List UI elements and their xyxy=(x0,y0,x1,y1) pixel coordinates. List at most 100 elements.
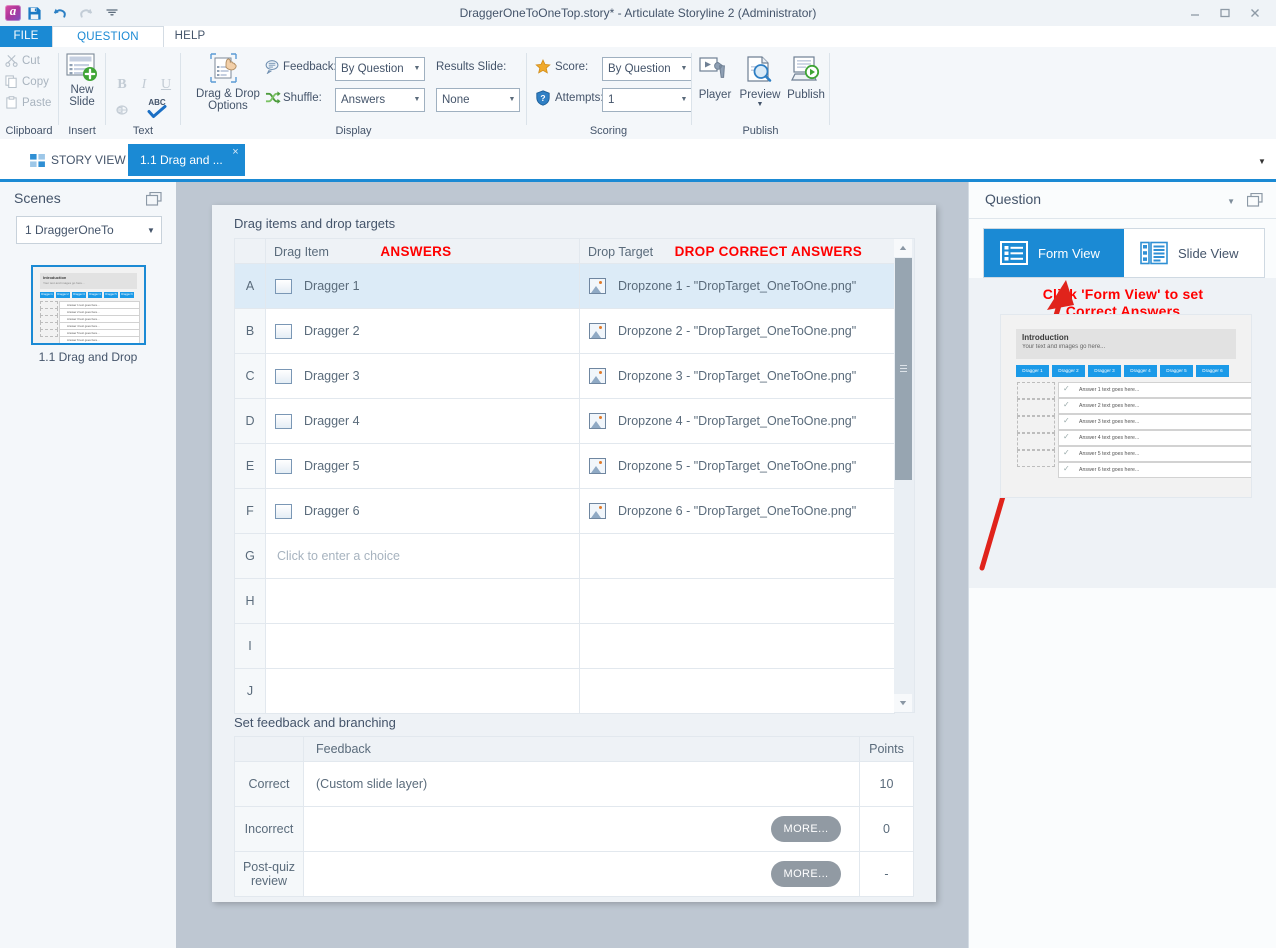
cell-drop-target[interactable] xyxy=(579,578,895,624)
drag-item-placeholder: Click to enter a choice xyxy=(277,549,400,563)
table-row[interactable]: D Dragger 4 Dropzone 4 - "DropTarget_One… xyxy=(234,398,895,444)
window-title: DraggerOneToOneTop.story* - Articulate S… xyxy=(459,6,817,20)
chevron-down-icon: ▼ xyxy=(680,65,688,72)
cell-drag-item[interactable]: Dragger 2 xyxy=(265,308,580,354)
feedback-row-text[interactable]: (Custom slide layer) xyxy=(303,761,860,807)
shuffle-select[interactable]: Answers ▼ xyxy=(335,88,425,112)
cell-drag-item[interactable]: Dragger 6 xyxy=(265,488,580,534)
ribbon-tab-file[interactable]: FILE xyxy=(0,26,52,47)
cut-button[interactable]: Cut xyxy=(5,54,40,67)
table-row[interactable]: B Dragger 2 Dropzone 2 - "DropTarget_One… xyxy=(234,308,895,354)
tab-form-view[interactable]: Form View xyxy=(984,229,1124,277)
cell-drop-target[interactable]: Dropzone 2 - "DropTarget_OneToOne.png" xyxy=(579,308,895,354)
cell-drag-item[interactable]: Dragger 3 xyxy=(265,353,580,399)
scroll-down-button[interactable] xyxy=(894,694,912,712)
table-row[interactable]: Correct (Custom slide layer) 10 xyxy=(234,761,914,807)
chevron-down-icon: ▼ xyxy=(413,65,421,72)
ribbon-tab-help[interactable]: HELP xyxy=(162,26,218,47)
preview-dropdown-chevron-icon[interactable]: ▼ xyxy=(757,101,764,108)
undo-icon[interactable] xyxy=(47,0,73,26)
italic-button[interactable]: I xyxy=(134,75,154,95)
publish-button[interactable]: Publish xyxy=(784,55,828,101)
table-row[interactable]: A Dragger 1 Dropzone 1 - "DropTarget_One… xyxy=(234,263,895,309)
panel-restore-icon[interactable] xyxy=(145,191,162,206)
section-label-drag-items: Drag items and drop targets xyxy=(234,216,396,231)
shuffle-value: Answers xyxy=(341,94,386,106)
tab-story-view[interactable]: STORY VIEW xyxy=(18,144,138,176)
table-row[interactable]: I xyxy=(234,623,895,669)
save-icon[interactable] xyxy=(21,0,47,26)
drag-drop-options-button[interactable]: Drag & Drop Options xyxy=(189,52,267,112)
table-row[interactable]: F Dragger 6 Dropzone 6 - "DropTarget_One… xyxy=(234,488,895,534)
cell-drag-item[interactable] xyxy=(265,623,580,669)
cell-drag-item[interactable]: Dragger 4 xyxy=(265,398,580,444)
slide-thumbnail[interactable]: Introduction Your text and images go her… xyxy=(31,265,146,345)
tab-slide-1-1[interactable]: 1.1 Drag and ... × xyxy=(128,144,245,176)
close-tab-icon[interactable]: × xyxy=(232,146,238,158)
score-select[interactable]: By Question ▼ xyxy=(602,57,692,81)
preview-button[interactable]: Preview ▼ xyxy=(736,55,784,108)
table-row[interactable]: J xyxy=(234,668,895,714)
scrollbar-thumb[interactable] xyxy=(895,258,912,480)
close-button[interactable] xyxy=(1240,0,1270,26)
ribbon-tab-question[interactable]: QUESTION xyxy=(52,26,164,48)
cell-drop-target[interactable] xyxy=(579,668,895,714)
player-button[interactable]: Player xyxy=(694,55,736,101)
feedback-icon xyxy=(265,59,280,77)
panel-dropdown-chevron-icon[interactable]: ▼ xyxy=(1227,197,1235,206)
copy-button[interactable]: Copy xyxy=(5,75,49,88)
tab-overflow-chevron-icon[interactable]: ▼ xyxy=(1256,157,1268,167)
grid-scrollbar[interactable] xyxy=(894,238,915,713)
cell-drag-item[interactable] xyxy=(265,578,580,624)
slide-thumbnail-content: Introduction Your text and images go her… xyxy=(33,267,144,343)
more-button-incorrect[interactable]: MORE... xyxy=(771,816,841,842)
table-row[interactable]: C Dragger 3 Dropzone 3 - "DropTarget_One… xyxy=(234,353,895,399)
cell-drag-item[interactable]: Dragger 1 xyxy=(265,263,580,309)
table-row[interactable]: Post-quiz review MORE... - xyxy=(234,851,914,897)
scene-selector[interactable]: 1 DraggerOneTo ▼ xyxy=(16,216,162,244)
ribbon-group-publish: Player Preview ▼ Publish Publish xyxy=(692,47,829,139)
table-row[interactable]: H xyxy=(234,578,895,624)
table-row[interactable]: Incorrect MORE... 0 xyxy=(234,806,914,852)
cell-drop-target[interactable] xyxy=(579,533,895,579)
feedback-row-text[interactable]: MORE... xyxy=(303,806,860,852)
attempts-select[interactable]: 1 ▼ xyxy=(602,88,692,112)
table-row[interactable]: E Dragger 5 Dropzone 5 - "DropTarget_One… xyxy=(234,443,895,489)
annotation-answers: ANSWERS xyxy=(380,243,452,259)
bold-button[interactable]: B xyxy=(112,75,132,95)
cell-drop-target[interactable] xyxy=(579,623,895,669)
player-label: Player xyxy=(698,89,732,101)
tab-slide-view[interactable]: Slide View xyxy=(1124,229,1264,277)
feedback-select[interactable]: By Question ▼ xyxy=(335,57,425,81)
cell-drop-target[interactable]: Dropzone 1 - "DropTarget_OneToOne.png" xyxy=(579,263,895,309)
cell-drop-target[interactable]: Dropzone 4 - "DropTarget_OneToOne.png" xyxy=(579,398,895,444)
feedback-row-text[interactable]: MORE... xyxy=(303,851,860,897)
underline-button[interactable]: U xyxy=(156,75,176,95)
new-slide-button[interactable]: New Slide xyxy=(59,52,105,108)
cell-drag-item[interactable] xyxy=(265,668,580,714)
table-row[interactable]: G Click to enter a choice xyxy=(234,533,895,579)
paste-button[interactable]: Paste xyxy=(5,96,51,109)
cell-drop-target[interactable]: Dropzone 6 - "DropTarget_OneToOne.png" xyxy=(579,488,895,534)
maximize-button[interactable] xyxy=(1210,0,1240,26)
cell-drop-target[interactable]: Dropzone 5 - "DropTarget_OneToOne.png" xyxy=(579,443,895,489)
ribbon-group-scoring: Score: By Question ▼ ? Attempts: 1 ▼ Sco… xyxy=(527,47,692,139)
spelling-button[interactable]: ABC xyxy=(142,95,172,121)
customize-qat-icon[interactable] xyxy=(99,0,125,26)
application-window: DraggerOneToOneTop.story* - Articulate S… xyxy=(0,0,1276,948)
results-slide-label: Results Slide: xyxy=(436,61,507,73)
cell-drop-target[interactable]: Dropzone 3 - "DropTarget_OneToOne.png" xyxy=(579,353,895,399)
annotation-drop-correct-answers: DROP CORRECT ANSWERS xyxy=(674,243,863,259)
cell-drag-item[interactable]: Click to enter a choice xyxy=(265,533,580,579)
slide-preview-content: Introduction Your text and images go her… xyxy=(1001,315,1251,497)
cell-drag-item[interactable]: Dragger 5 xyxy=(265,443,580,489)
paste-label: Paste xyxy=(22,96,52,109)
slide-preview[interactable]: Introduction Your text and images go her… xyxy=(1000,314,1252,498)
results-slide-select[interactable]: None ▼ xyxy=(436,88,520,112)
panel-restore-icon[interactable] xyxy=(1246,192,1263,207)
scroll-up-button[interactable] xyxy=(894,239,912,257)
more-button-post-quiz[interactable]: MORE... xyxy=(771,861,841,887)
minimize-button[interactable] xyxy=(1180,0,1210,26)
link-icon[interactable] xyxy=(112,100,132,120)
new-slide-icon xyxy=(66,53,97,81)
